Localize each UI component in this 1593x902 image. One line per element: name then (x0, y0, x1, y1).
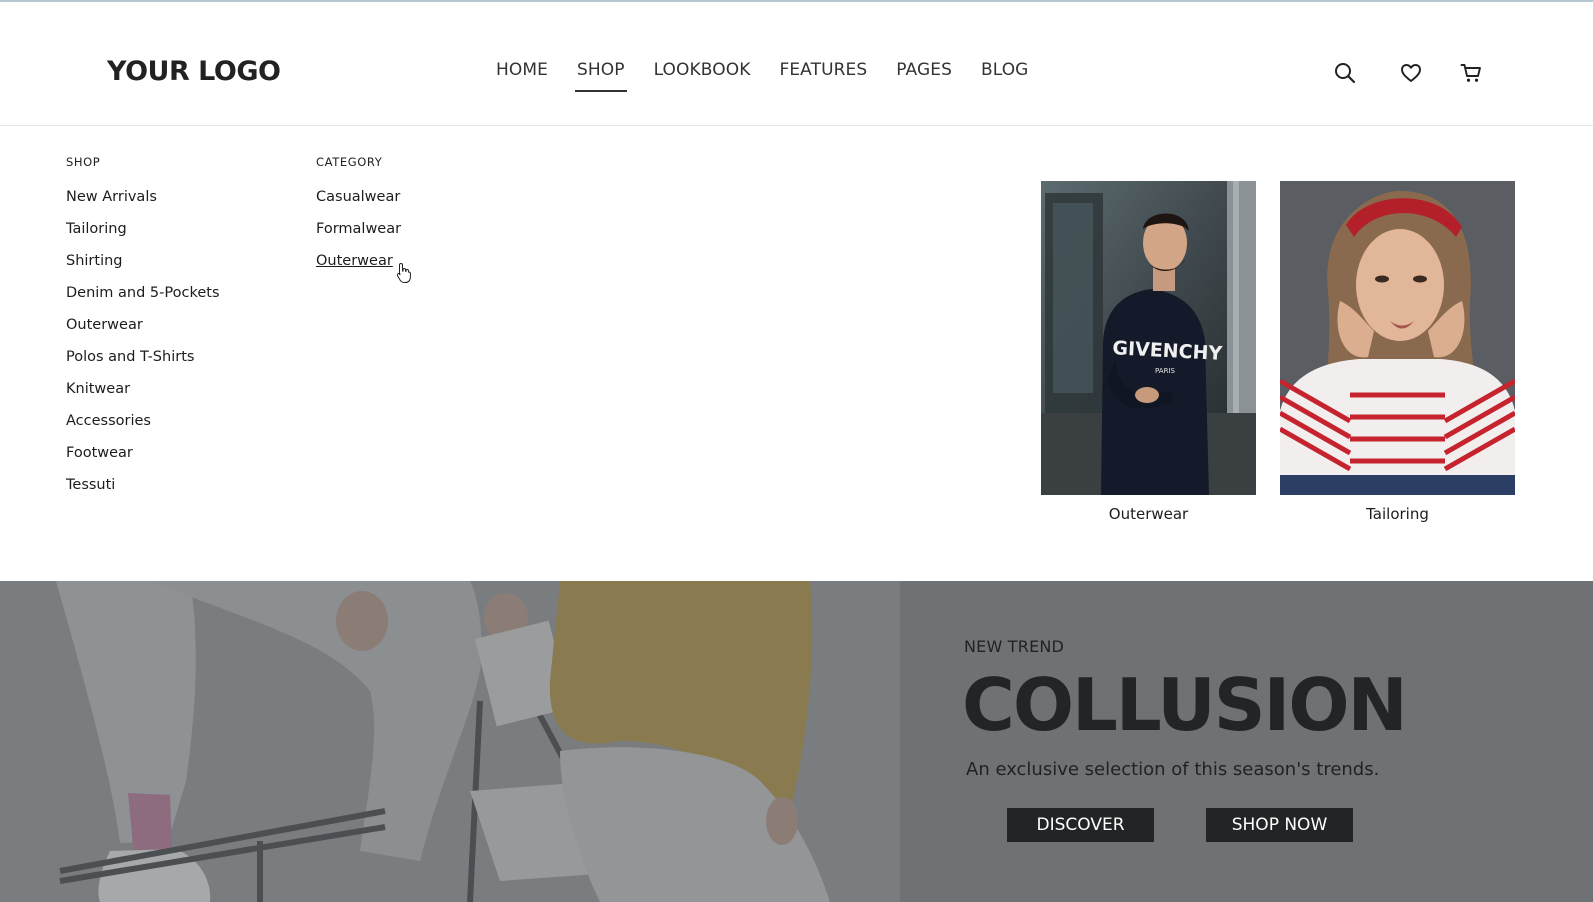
nav-lookbook[interactable]: LOOKBOOK (654, 60, 751, 80)
menu-link-shirting[interactable]: Shirting (66, 252, 220, 284)
search-icon[interactable] (1334, 62, 1356, 84)
site-logo[interactable]: YOUR LOGO (107, 56, 281, 87)
menu-link-category-outerwear-label: Outerwear (316, 253, 393, 269)
nav-blog[interactable]: BLOG (981, 60, 1028, 80)
mega-menu: SHOP New Arrivals Tailoring Shirting Den… (0, 127, 1593, 581)
menu-link-polos[interactable]: Polos and T-Shirts (66, 348, 220, 380)
hero-banner: NEW TREND COLLUSION An exclusive selecti… (0, 581, 1593, 902)
main-nav: HOME SHOP LOOKBOOK FEATURES PAGES BLOG (496, 60, 1057, 92)
heart-icon[interactable] (1400, 62, 1422, 84)
menu-link-tessuti[interactable]: Tessuti (66, 476, 220, 508)
hero-eyebrow: NEW TREND (964, 637, 1065, 656)
category-column-title: CATEGORY (316, 155, 383, 169)
hero-title: COLLUSION (962, 663, 1408, 747)
nav-pages[interactable]: PAGES (896, 60, 952, 80)
promo-image-tailoring[interactable] (1280, 181, 1515, 495)
menu-link-casualwear[interactable]: Casualwear (316, 188, 401, 220)
nav-shop[interactable]: SHOP (575, 60, 627, 92)
cart-icon[interactable] (1460, 62, 1482, 84)
menu-link-new-arrivals[interactable]: New Arrivals (66, 188, 220, 220)
menu-link-outerwear[interactable]: Outerwear (66, 316, 220, 348)
menu-link-denim[interactable]: Denim and 5-Pockets (66, 284, 220, 316)
shop-now-button[interactable]: SHOP NOW (1206, 808, 1353, 842)
menu-link-footwear[interactable]: Footwear (66, 444, 220, 476)
menu-link-formalwear[interactable]: Formalwear (316, 220, 401, 252)
nav-home[interactable]: HOME (496, 60, 548, 80)
promo-caption-outerwear[interactable]: Outerwear (1041, 505, 1256, 523)
hand-cursor-icon (396, 262, 411, 283)
menu-link-accessories[interactable]: Accessories (66, 412, 220, 444)
category-column: CATEGORY Casualwear Formalwear Outerwear (316, 155, 401, 284)
menu-link-tailoring[interactable]: Tailoring (66, 220, 220, 252)
shop-column: SHOP New Arrivals Tailoring Shirting Den… (66, 155, 220, 508)
shirt-print-subtext: PARIS (1155, 367, 1175, 375)
promo-image-outerwear[interactable]: GIVENCHY PARIS (1041, 181, 1256, 495)
promo-card-outerwear[interactable]: GIVENCHY PARIS Outerwear (1041, 181, 1256, 523)
discover-button[interactable]: DISCOVER (1007, 808, 1154, 842)
hero-subtitle: An exclusive selection of this season's … (966, 759, 1380, 780)
nav-features[interactable]: FEATURES (779, 60, 867, 80)
menu-link-category-outerwear[interactable]: Outerwear (316, 252, 401, 284)
menu-link-knitwear[interactable]: Knitwear (66, 380, 220, 412)
site-header: YOUR LOGO HOME SHOP LOOKBOOK FEATURES PA… (0, 2, 1593, 126)
shop-column-title: SHOP (66, 155, 101, 169)
promo-caption-tailoring[interactable]: Tailoring (1280, 505, 1515, 523)
promo-card-tailoring[interactable]: Tailoring (1280, 181, 1515, 523)
